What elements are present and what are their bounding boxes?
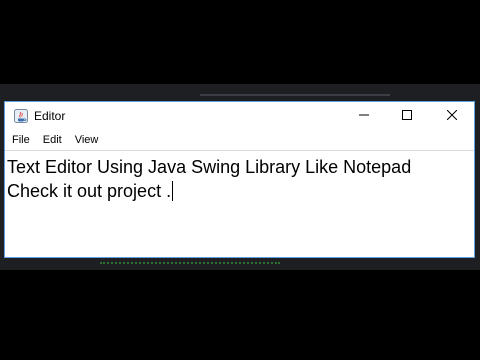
maximize-button[interactable] xyxy=(385,102,429,130)
editor-line-1: Text Editor Using Java Swing Library Lik… xyxy=(7,155,411,179)
window-title: Editor xyxy=(34,109,66,123)
text-caret xyxy=(172,181,174,201)
java-app-icon xyxy=(14,109,28,123)
close-icon xyxy=(446,107,458,125)
menu-file[interactable]: File xyxy=(5,130,36,150)
minimize-button[interactable] xyxy=(342,102,386,130)
ide-code-line-bottom xyxy=(100,262,280,268)
close-button[interactable] xyxy=(430,102,474,130)
maximize-icon xyxy=(402,107,412,125)
editor-window: Editor File Edit View Text Editor Using … xyxy=(4,101,475,258)
editor-text-area[interactable]: Text Editor Using Java Swing Library Lik… xyxy=(5,152,474,257)
menu-view[interactable]: View xyxy=(68,130,105,150)
editor-line-2: Check it out project . xyxy=(7,179,174,203)
ide-code-line xyxy=(200,86,390,96)
minimize-icon xyxy=(359,107,369,125)
title-bar[interactable]: Editor xyxy=(5,102,474,130)
video-frame: Editor File Edit View Text Editor Using … xyxy=(0,0,480,360)
menu-divider xyxy=(5,150,474,151)
menu-bar: File Edit View xyxy=(5,130,474,150)
editor-line-1-text: Text Editor Using Java Swing Library Lik… xyxy=(7,157,412,177)
editor-line-2-text: Check it out project . xyxy=(7,181,172,201)
menu-edit[interactable]: Edit xyxy=(36,130,68,150)
